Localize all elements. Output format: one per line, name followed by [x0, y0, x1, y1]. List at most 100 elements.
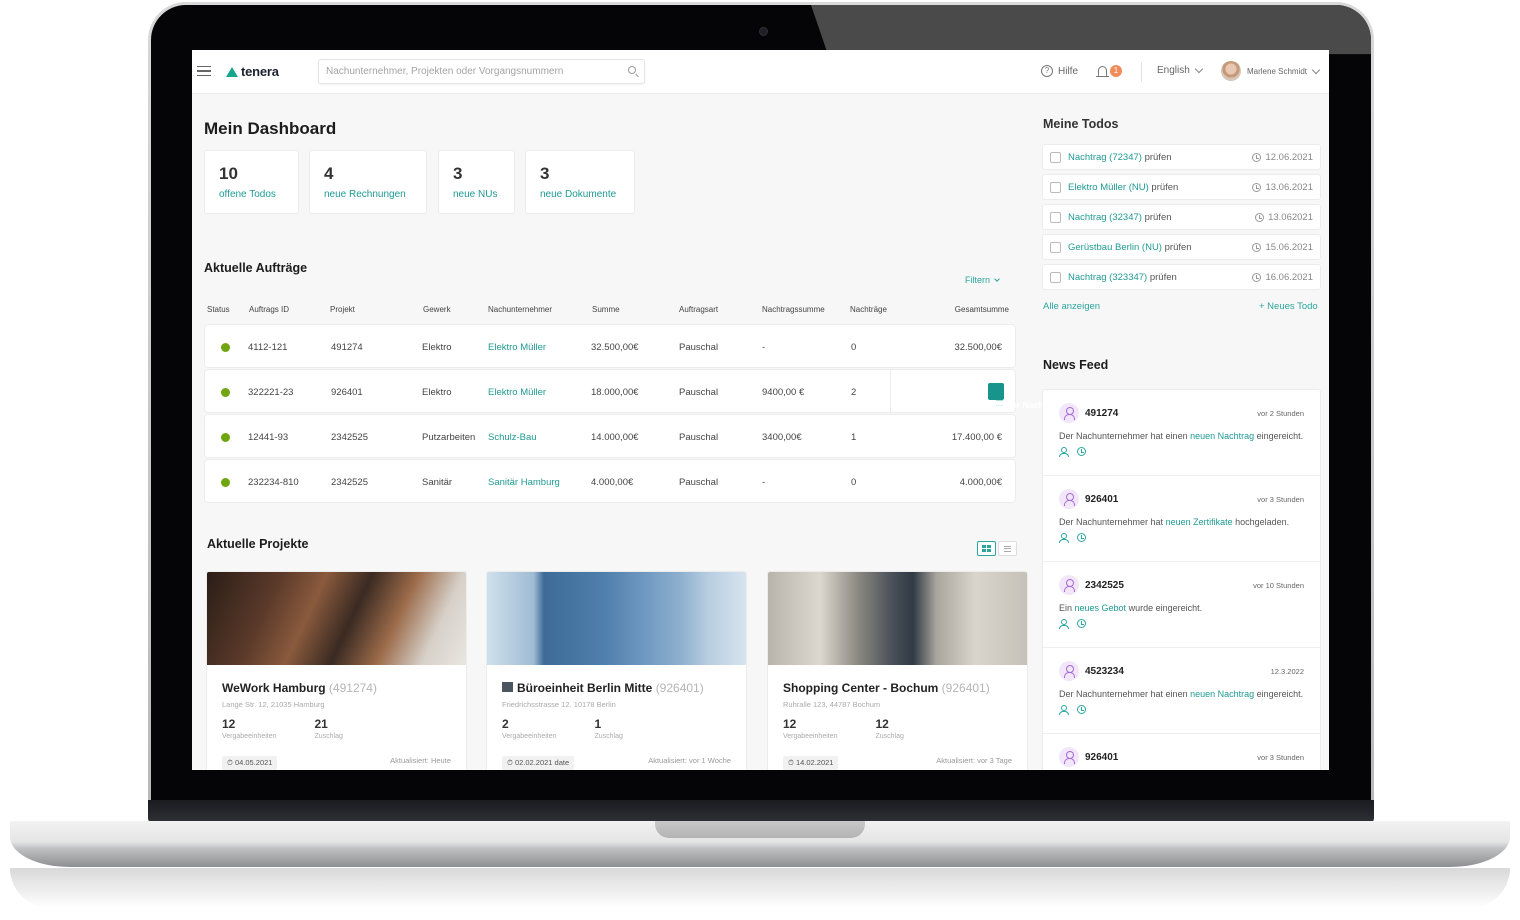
todo-checkbox[interactable]: [1050, 182, 1061, 193]
project-name: Shopping Center - Bochum: [783, 681, 939, 695]
show-all-todos-link[interactable]: Alle anzeigen: [1043, 301, 1100, 312]
todo-item[interactable]: Elektro Müller (NU) prüfen 13.06.2021: [1042, 174, 1321, 200]
clock-icon[interactable]: [1077, 619, 1086, 628]
trade: Putzarbeiten: [422, 432, 476, 443]
column-header-trade[interactable]: Gewerk: [423, 305, 451, 314]
project-card[interactable]: WeWork Hamburg (491274) Lange Str. 12, 2…: [206, 571, 467, 770]
language-selector[interactable]: English: [1157, 64, 1204, 76]
todo-checkbox[interactable]: [1050, 272, 1061, 283]
todo-item[interactable]: Nachtrag (32347) prüfen 13.062021: [1042, 204, 1321, 230]
news-item[interactable]: 926401 vor 3 Stunden: [1043, 734, 1320, 770]
todo-item[interactable]: Gerüstbau Berlin (NU) prüfen 15.06.2021: [1042, 234, 1321, 260]
project-date-text: 14.02.2021: [795, 758, 834, 767]
user-menu[interactable]: Marlene Schmidt: [1221, 61, 1321, 81]
user-name: Marlene Schmidt: [1247, 66, 1308, 76]
grid-view-button[interactable]: [977, 541, 996, 556]
trade: Elektro: [422, 342, 452, 353]
user-icon[interactable]: [1059, 533, 1069, 543]
order-type: Pauschal: [679, 432, 719, 443]
news-item[interactable]: 491274 vor 2 Stunden Der Nachunternehmer…: [1043, 390, 1320, 476]
search-input[interactable]: [319, 60, 609, 83]
news-item[interactable]: 926401 vor 3 Stunden Der Nachunternehmer…: [1043, 476, 1320, 562]
project-id: (491274): [328, 681, 377, 695]
awarded-count: 1: [594, 717, 602, 731]
search-icon[interactable]: [628, 66, 636, 74]
news-link[interactable]: neues Gebot: [1075, 603, 1127, 613]
user-icon[interactable]: [1059, 705, 1069, 715]
news-project-id: 926401: [1085, 751, 1119, 763]
todo-item[interactable]: Nachtrag (72347) prüfen 12.06.2021: [1042, 144, 1321, 170]
list-view-button[interactable]: [998, 541, 1017, 556]
project-id: 491274: [331, 342, 363, 353]
table-row[interactable]: 12441-93 2342525 Putzarbeiten Schulz-Bau…: [204, 414, 1016, 458]
column-header-project[interactable]: Projekt: [330, 305, 355, 314]
logo[interactable]: tenera: [226, 64, 279, 79]
todo-checkbox[interactable]: [1050, 242, 1061, 253]
stat-card-invoices[interactable]: 4 neue Rechnungen: [309, 150, 427, 214]
news-item[interactable]: 2342525 vor 10 Stunden Ein neues Gebot w…: [1043, 562, 1320, 648]
news-link[interactable]: neuen Zertifikate: [1166, 517, 1233, 527]
table-row[interactable]: 322221-23 926401 Elektro Elektro Müller …: [204, 369, 1059, 413]
todo-link[interactable]: Nachtrag (32347): [1068, 212, 1142, 223]
clock-icon[interactable]: [1077, 447, 1086, 456]
sum: 14.000,00€: [591, 432, 639, 443]
todo-link[interactable]: Nachtrag (323347): [1068, 272, 1147, 283]
todo-checkbox[interactable]: [1050, 152, 1061, 163]
todo-link[interactable]: Gerüstbau Berlin (NU): [1068, 242, 1162, 253]
column-header-total[interactable]: Gesamtsumme: [955, 305, 1009, 314]
help-button[interactable]: ? Hilfe: [1041, 65, 1078, 77]
todo-checkbox[interactable]: [1050, 212, 1061, 223]
stat-value: 4: [324, 164, 334, 183]
bell-icon: [1096, 66, 1109, 77]
stat-card-nus[interactable]: 3 neue NUs: [438, 150, 515, 214]
table-row[interactable]: 4112-121 491274 Elektro Elektro Müller 3…: [204, 324, 1016, 368]
project-card[interactable]: Büroeinheit Berlin Mitte (926401) Friedr…: [486, 571, 747, 770]
worker-avatar-icon: [1059, 747, 1079, 767]
column-header-subcontractor[interactable]: Nachunternehmer: [488, 305, 552, 314]
user-icon[interactable]: [1059, 447, 1069, 457]
news-feed-title: News Feed: [1043, 358, 1109, 372]
subcontractor-link[interactable]: Elektro Müller: [488, 342, 546, 353]
project-card[interactable]: Shopping Center - Bochum (926401) Ruhral…: [767, 571, 1028, 770]
news-link[interactable]: neuen Nachtrag: [1190, 431, 1254, 441]
supplement-count: 0: [851, 477, 857, 488]
news-link[interactable]: neuen Nachtrag: [1190, 689, 1254, 699]
project-image: [487, 572, 746, 665]
new-supplement-button[interactable]: Neuer Nachtrag: [988, 383, 1059, 410]
column-header-supplement-sum[interactable]: Nachtragssumme: [762, 305, 825, 314]
stat-value: 3: [453, 164, 463, 183]
clock-icon[interactable]: [1077, 705, 1086, 714]
award-units-label: Vergabeeinheiten: [222, 733, 277, 740]
award-units-count: 12: [783, 717, 797, 731]
new-todo-button[interactable]: + Neues Todo: [1259, 301, 1318, 312]
todo-link[interactable]: Nachtrag (72347): [1068, 152, 1142, 163]
project-address: Lange Str. 12, 21035 Hamburg: [222, 700, 325, 709]
stat-card-todos[interactable]: 10 offene Todos: [204, 150, 299, 214]
project-id: (926401): [655, 681, 704, 695]
todo-link[interactable]: Elektro Müller (NU): [1068, 182, 1149, 193]
stat-card-documents[interactable]: 3 neue Dokumente: [525, 150, 635, 214]
column-header-order-type[interactable]: Auftragsart: [679, 305, 718, 314]
project-date-text: 04.05.2021: [234, 758, 273, 767]
column-header-id[interactable]: Auftrags ID: [249, 305, 289, 314]
clock-icon: [1252, 273, 1262, 282]
user-icon[interactable]: [1059, 619, 1069, 629]
column-header-supplements[interactable]: Nachträge: [850, 305, 887, 314]
project-id: 926401: [331, 387, 363, 398]
supplement-sum: 9400,00 €: [762, 387, 805, 398]
news-item[interactable]: 4523234 12.3.2022 Der Nachunternehmer ha…: [1043, 648, 1320, 734]
award-units-label: Vergabeeinheiten: [502, 733, 557, 740]
todo-date: 13.062021: [1268, 212, 1313, 223]
notifications-button[interactable]: 1: [1096, 65, 1122, 77]
clock-icon[interactable]: [1077, 533, 1086, 542]
column-header-status[interactable]: Status: [207, 305, 230, 314]
subcontractor-link[interactable]: Elektro Müller: [488, 387, 546, 398]
todo-item[interactable]: Nachtrag (323347) prüfen 16.06.2021: [1042, 264, 1321, 290]
subcontractor-link[interactable]: Sanitär Hamburg: [488, 477, 560, 488]
table-row[interactable]: 232234-810 2342525 Sanitär Sanitär Hambu…: [204, 459, 1016, 503]
award-units-label: Vergabeeinheiten: [783, 733, 838, 740]
subcontractor-link[interactable]: Schulz-Bau: [488, 432, 537, 443]
filter-button[interactable]: Filtern: [965, 275, 1000, 285]
column-header-sum[interactable]: Summe: [592, 305, 620, 314]
menu-icon[interactable]: [197, 66, 211, 76]
